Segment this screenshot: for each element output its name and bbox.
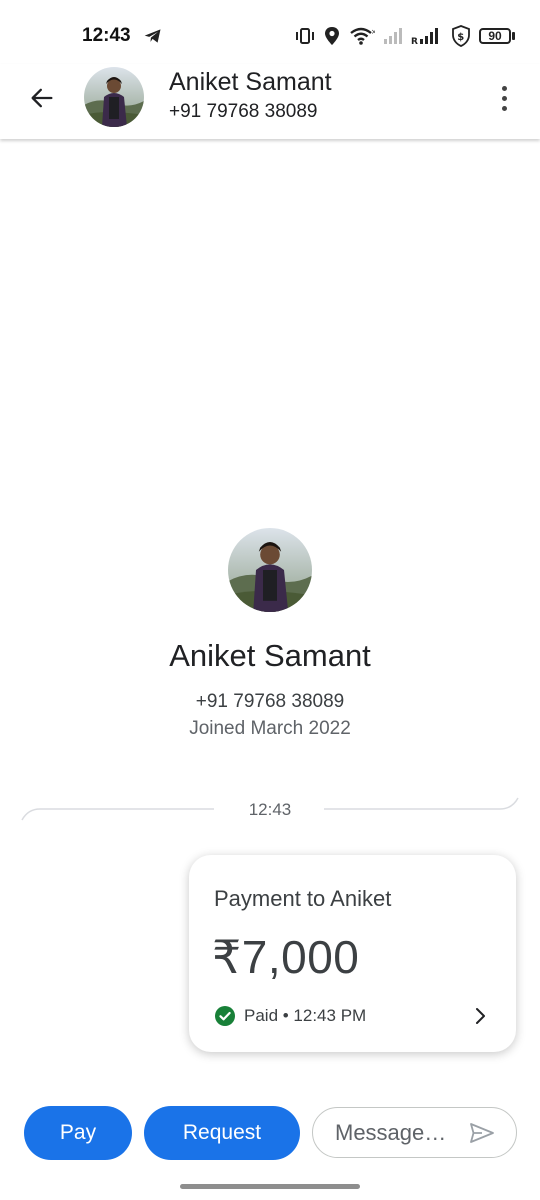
back-button[interactable] bbox=[22, 78, 62, 118]
contact-avatar[interactable] bbox=[84, 67, 144, 127]
payment-status-text: Paid • 12:43 PM bbox=[244, 1006, 367, 1025]
avatar-photo bbox=[84, 67, 144, 127]
payment-title: Payment to Aniket bbox=[214, 886, 392, 911]
request-button[interactable]: Request bbox=[144, 1106, 300, 1160]
vibrate-icon bbox=[296, 28, 314, 44]
send-icon[interactable] bbox=[469, 1121, 495, 1145]
gesture-nav-handle[interactable] bbox=[180, 1184, 360, 1189]
header-contact-phone: +91 79768 38089 bbox=[169, 101, 318, 122]
battery-level: 90 bbox=[479, 28, 511, 44]
profile-avatar bbox=[228, 528, 312, 612]
pay-button[interactable]: Pay bbox=[24, 1106, 132, 1160]
more-vert-icon bbox=[501, 85, 507, 91]
telegram-icon bbox=[144, 29, 161, 43]
svg-text:$: $ bbox=[457, 32, 464, 43]
profile-name: Aniket Samant bbox=[169, 638, 371, 673]
vpn-shield-icon: $ bbox=[452, 25, 470, 47]
svg-text:R: R bbox=[411, 37, 418, 46]
svg-text:×: × bbox=[371, 28, 375, 36]
status-time: 12:43 bbox=[82, 25, 131, 46]
status-icons: × R $ 90 bbox=[295, 24, 515, 48]
payment-card[interactable]: Payment to Aniket ₹7,000 Paid • 12:43 PM bbox=[189, 855, 516, 1052]
wifi-icon: × bbox=[350, 27, 375, 45]
arrow-back-icon bbox=[31, 88, 53, 108]
payment-amount: ₹7,000 bbox=[212, 931, 360, 983]
signal-icon bbox=[384, 28, 402, 44]
message-input[interactable] bbox=[335, 1118, 460, 1148]
roaming-signal-icon: R bbox=[411, 28, 438, 46]
location-icon bbox=[325, 27, 339, 45]
app-header: Aniket Samant +91 79768 38089 bbox=[0, 64, 540, 139]
profile-joined-date: Joined March 2022 bbox=[189, 718, 351, 739]
profile-phone: +91 79768 38089 bbox=[195, 691, 345, 712]
payment-status: Paid • 12:43 PM bbox=[214, 1005, 366, 1027]
battery-icon: 90 bbox=[479, 28, 515, 44]
header-contact-name: Aniket Samant bbox=[169, 68, 332, 96]
status-bar: 12:43 × R $ 90 bbox=[0, 0, 540, 64]
more-options-button[interactable] bbox=[488, 80, 520, 116]
chevron-right-icon[interactable] bbox=[469, 1005, 491, 1027]
check-circle-icon bbox=[215, 1006, 235, 1026]
conversation-timestamp: 12:43 bbox=[248, 800, 292, 819]
message-box bbox=[312, 1107, 517, 1158]
avatar-photo bbox=[228, 528, 312, 612]
